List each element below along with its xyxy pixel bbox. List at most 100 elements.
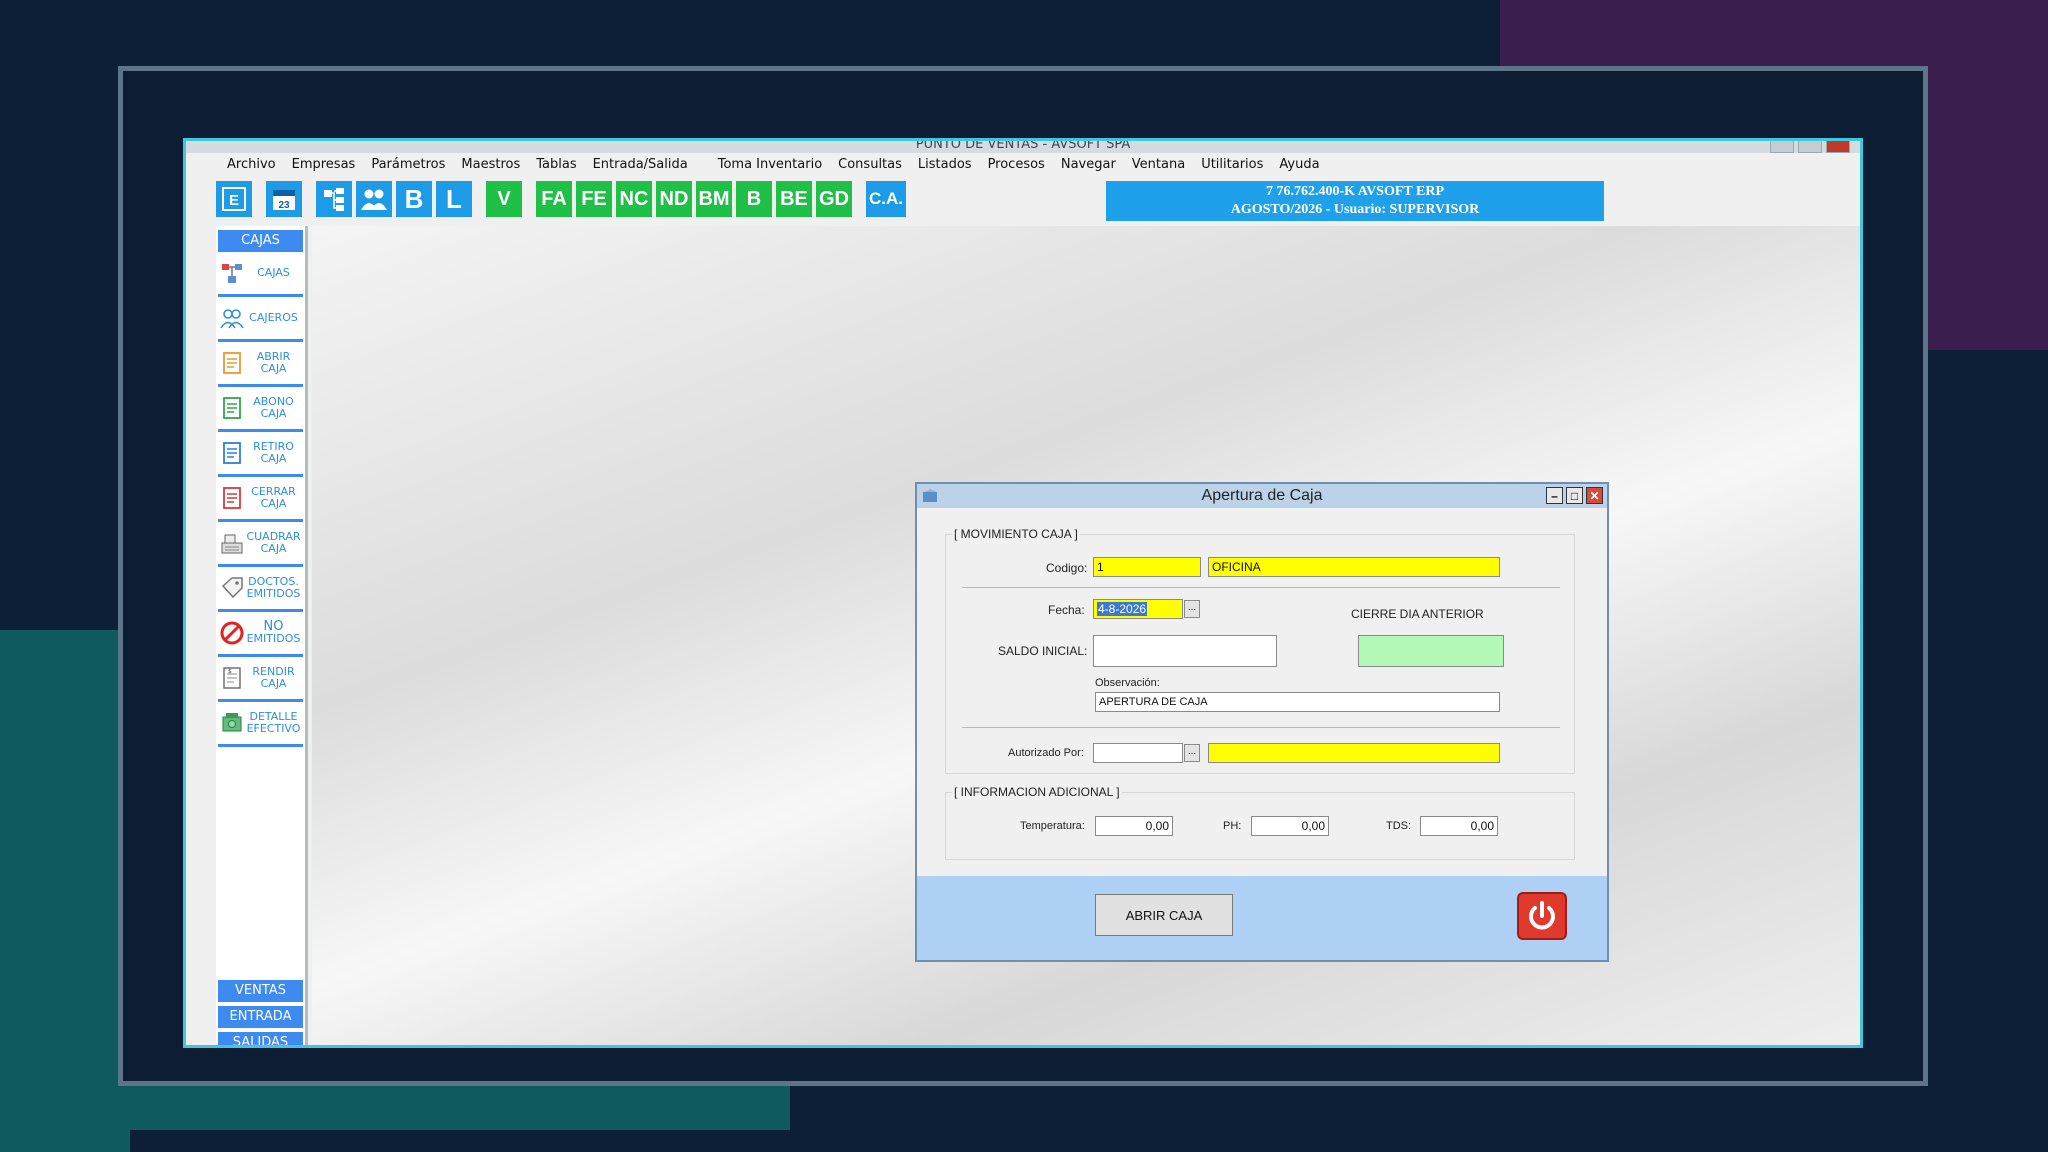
menu-empresas[interactable]: Empresas xyxy=(284,155,364,175)
toolbar-button-nc[interactable]: NC xyxy=(616,181,652,217)
sidebar-tab-salidas[interactable]: SALIDAS xyxy=(218,1032,303,1045)
saldo-inicial-label: SALDO INICIAL: xyxy=(998,644,1088,658)
close-button[interactable] xyxy=(1826,141,1850,153)
power-icon xyxy=(1529,901,1555,930)
menu-procesos[interactable]: Procesos xyxy=(980,155,1053,175)
menu-toma-inventario[interactable]: Toma Inventario xyxy=(710,155,830,175)
sidebar-tab-ventas[interactable]: VENTAS xyxy=(218,980,303,1002)
toolbar-button-nd[interactable]: ND xyxy=(656,181,692,217)
window-controls xyxy=(1770,141,1850,153)
power-off-button[interactable] xyxy=(1517,892,1567,940)
menu-listados[interactable]: Listados xyxy=(910,155,980,175)
document-icon xyxy=(223,442,241,464)
sidebar-label-line2: CAJA xyxy=(260,407,287,420)
sidebar-label-line2: CAJA xyxy=(260,452,287,465)
sidebar-label: ABONO CAJA xyxy=(244,396,303,420)
sidebar-label: DETALLE EFECTIVO xyxy=(244,711,303,735)
dialog-maximize-button[interactable]: □ xyxy=(1566,487,1583,504)
cash-register-icon xyxy=(221,534,243,554)
toolbar-button-fa[interactable]: FA xyxy=(536,181,572,217)
observacion-input[interactable]: APERTURA DE CAJA xyxy=(1095,692,1500,712)
users-icon xyxy=(220,309,244,329)
sidebar-label-line2: EMITIDOS xyxy=(246,632,301,645)
menu-parametros[interactable]: Parámetros xyxy=(363,155,453,175)
movimiento-caja-group: [ MOVIMIENTO CAJA ] Codigo: 1 OFICINA Fe… xyxy=(945,527,1575,774)
toolbar: E 23 B L V FA FE NC ND BM B BE GD C.A. xyxy=(216,179,910,219)
toolbar-button-b2[interactable]: B xyxy=(736,181,772,217)
sidebar-item-doctos-emitidos[interactable]: DOCTOS. EMITIDOS xyxy=(218,567,303,612)
users-icon xyxy=(361,189,387,210)
divider xyxy=(962,587,1560,588)
sidebar-item-rendir-caja[interactable]: $ RENDIR CAJA xyxy=(218,657,303,702)
menu-tablas[interactable]: Tablas xyxy=(528,155,584,175)
sidebar-tab-entrada[interactable]: ENTRADA xyxy=(218,1006,303,1028)
sidebar-label-line1: CAJAS xyxy=(257,266,290,279)
fecha-picker-button[interactable]: ... xyxy=(1184,600,1200,618)
toolbar-button-gd[interactable]: GD xyxy=(816,181,852,217)
menu-maestros[interactable]: Maestros xyxy=(453,155,528,175)
sidebar-label: RENDIR CAJA xyxy=(244,666,303,690)
toolbar-button-be[interactable]: BE xyxy=(776,181,812,217)
sidebar-item-retiro-caja[interactable]: RETIRO CAJA xyxy=(218,432,303,477)
maximize-button[interactable] xyxy=(1798,141,1822,153)
toolbar-button-ca[interactable]: C.A. xyxy=(866,181,906,217)
e-icon-button[interactable]: E xyxy=(216,181,252,217)
tds-input[interactable]: 0,00 xyxy=(1420,816,1498,836)
sidebar-item-cuadrar-caja[interactable]: CUADRAR CAJA xyxy=(218,522,303,567)
apertura-caja-dialog: Apertura de Caja – □ ✕ [ MOVIMIENTO CAJA… xyxy=(915,482,1609,962)
menu-ventana[interactable]: Ventana xyxy=(1124,155,1193,175)
banner-period-user: AGOSTO/2026 - Usuario: SUPERVISOR xyxy=(1230,202,1480,217)
e-icon: E xyxy=(222,187,246,211)
autorizado-picker-button[interactable]: ... xyxy=(1184,744,1200,762)
menu-ayuda[interactable]: Ayuda xyxy=(1271,155,1327,175)
autorizado-por-input[interactable] xyxy=(1093,743,1183,763)
toolbar-button-l[interactable]: L xyxy=(436,181,472,217)
users-button[interactable] xyxy=(356,181,392,217)
sidebar-label: CERRAR CAJA xyxy=(244,486,303,510)
org-chart-button[interactable] xyxy=(316,181,352,217)
calendar-day: 23 xyxy=(278,200,290,211)
sidebar-label-line2: EFECTIVO xyxy=(246,722,301,735)
menu-archivo[interactable]: Archivo xyxy=(219,155,284,175)
abrir-caja-button[interactable]: ABRIR CAJA xyxy=(1095,894,1233,936)
sidebar-item-no-emitidos[interactable]: NO EMITIDOS xyxy=(218,612,303,657)
sidebar-item-cajeros[interactable]: CAJEROS xyxy=(218,297,303,342)
menu-entrada-salida[interactable]: Entrada/Salida xyxy=(585,155,696,175)
minimize-button[interactable] xyxy=(1770,141,1794,153)
menu-consultas[interactable]: Consultas xyxy=(830,155,910,175)
menu-navegar[interactable]: Navegar xyxy=(1053,155,1124,175)
sidebar-label: RETIRO CAJA xyxy=(244,441,303,465)
dialog-titlebar: Apertura de Caja – □ ✕ xyxy=(917,484,1607,508)
dialog-minimize-button[interactable]: – xyxy=(1546,487,1563,504)
sidebar-item-detalle-efectivo[interactable]: DETALLE EFECTIVO xyxy=(218,702,303,747)
sidebar-item-cajas[interactable]: CAJAS xyxy=(218,252,303,297)
toolbar-button-fe[interactable]: FE xyxy=(576,181,612,217)
app-titlebar: PUNTO DE VENTAS - AVSOFT SPA xyxy=(186,141,1860,153)
sidebar-item-cerrar-caja[interactable]: CERRAR CAJA xyxy=(218,477,303,522)
temperatura-input[interactable]: 0,00 xyxy=(1095,816,1173,836)
saldo-inicial-input[interactable] xyxy=(1093,635,1277,667)
codigo-input[interactable]: 1 xyxy=(1093,557,1201,577)
dialog-footer: ABRIR CAJA xyxy=(917,876,1607,960)
toolbar-button-bm[interactable]: BM xyxy=(696,181,732,217)
fecha-input[interactable]: 4-8-2026 xyxy=(1093,599,1183,619)
sidebar-label: CUADRAR CAJA xyxy=(244,531,303,555)
sidebar-item-abrir-caja[interactable]: ABRIR CAJA xyxy=(218,342,303,387)
sidebar-header: CAJAS xyxy=(218,230,303,252)
svg-text:$: $ xyxy=(228,668,232,675)
dialog-close-button[interactable]: ✕ xyxy=(1586,487,1603,504)
menu-utilitarios[interactable]: Utilitarios xyxy=(1193,155,1271,175)
tag-icon xyxy=(221,577,243,599)
background-teal-strip xyxy=(0,1085,790,1130)
toolbar-button-b[interactable]: B xyxy=(396,181,432,217)
calendar-button[interactable]: 23 xyxy=(266,181,302,217)
toolbar-button-v[interactable]: V xyxy=(486,181,522,217)
sidebar-label: CAJAS xyxy=(244,267,303,279)
document-icon xyxy=(223,487,241,509)
codigo-label: Codigo: xyxy=(1046,561,1088,575)
menu-bar: Archivo Empresas Parámetros Maestros Tab… xyxy=(219,155,1328,175)
movimiento-caja-legend: [ MOVIMIENTO CAJA ] xyxy=(952,527,1080,541)
ph-input[interactable]: 0,00 xyxy=(1251,816,1329,836)
codigo-name-field: OFICINA xyxy=(1208,557,1500,577)
sidebar-item-abono-caja[interactable]: ABONO CAJA xyxy=(218,387,303,432)
